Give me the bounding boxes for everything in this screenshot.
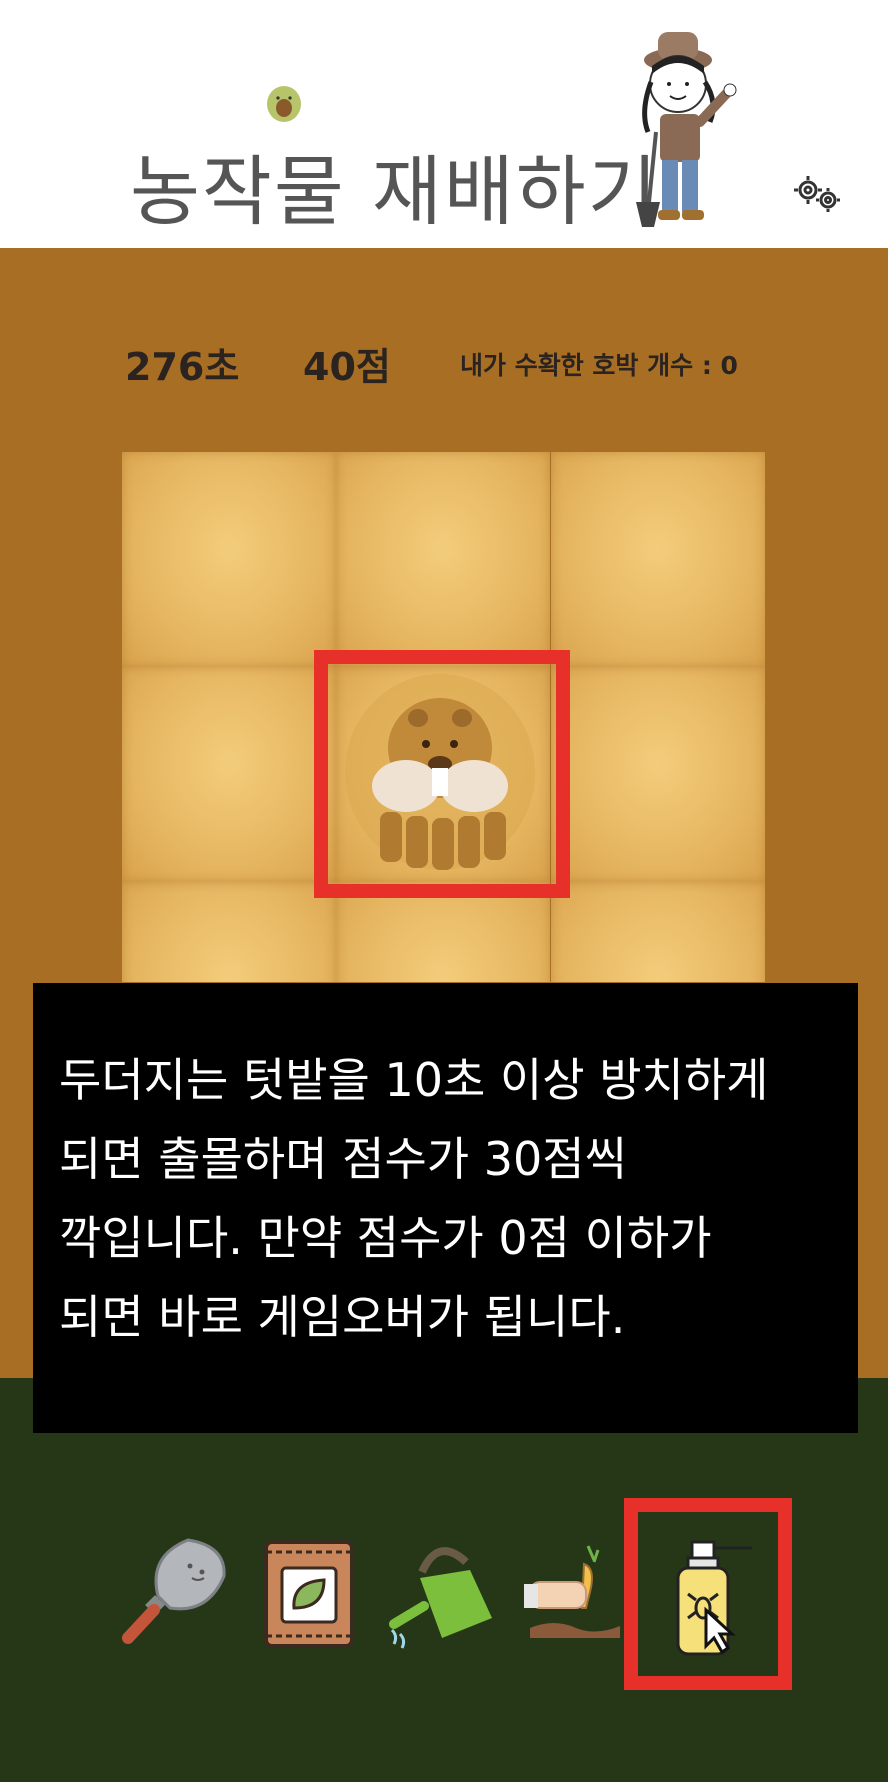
- info-text: 두더지는 텃밭을 10초 이상 방치하게 되면 출몰하며 점수가 30점씩 깍입…: [59, 1041, 839, 1357]
- timer-text: 276초: [125, 345, 240, 389]
- soil-tile[interactable]: [336, 452, 550, 667]
- game-header: 농작물 재배하기: [0, 0, 888, 248]
- harvest-count-text: 내가 수확한 호박 개수 : 0: [460, 351, 738, 380]
- avocado-icon: [267, 86, 301, 122]
- info-line: 되면 출몰하며 점수가 30점씩: [59, 1132, 627, 1186]
- soil-tile[interactable]: [122, 452, 336, 667]
- info-line: 두더지는 텃밭을 10초 이상 방치하게: [59, 1053, 769, 1107]
- soil-tile[interactable]: [551, 667, 765, 882]
- farmer-mascot-icon: [636, 32, 737, 227]
- soil-tile[interactable]: [551, 452, 765, 667]
- soil-tile[interactable]: [551, 882, 765, 982]
- soil-tile[interactable]: [122, 667, 336, 882]
- page-title: 농작물 재배하기: [130, 147, 660, 236]
- info-line: 되면 바로 게임오버가 됩니다.: [59, 1290, 626, 1344]
- harvest-hand-icon[interactable]: [524, 1538, 624, 1650]
- trowel-icon[interactable]: [118, 1536, 230, 1648]
- seed-bag-icon[interactable]: [262, 1538, 356, 1650]
- mole-highlight-box: [314, 650, 570, 898]
- score-text: 40점: [303, 345, 391, 389]
- info-line: 깍입니다. 만약 점수가 0점 이하가: [59, 1211, 712, 1265]
- tool-highlight-box: [624, 1498, 792, 1690]
- info-dialog: 두더지는 텃밭을 10초 이상 방치하게 되면 출몰하며 점수가 30점씩 깍입…: [33, 983, 858, 1433]
- watering-can-icon[interactable]: [388, 1538, 500, 1650]
- stats-bar: 276초 40점 내가 수확한 호박 개수 : 0: [0, 336, 888, 389]
- settings-gear-icon[interactable]: [790, 172, 844, 216]
- soil-tile[interactable]: [122, 882, 336, 982]
